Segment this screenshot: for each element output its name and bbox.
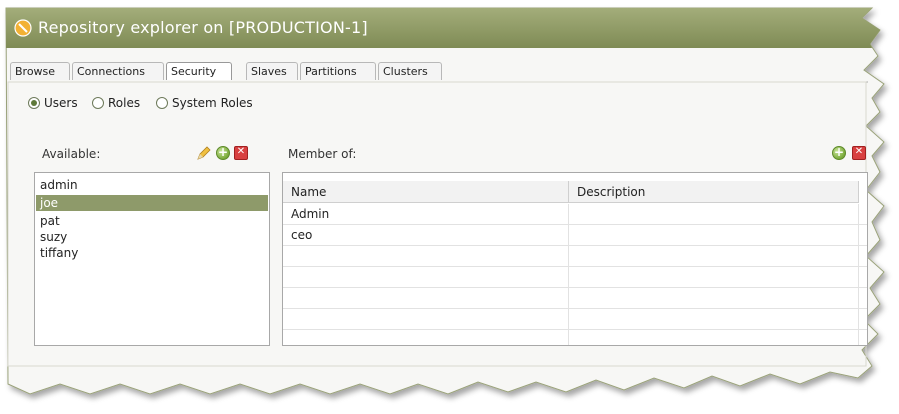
table-row[interactable] bbox=[283, 288, 867, 309]
radio-system-roles[interactable]: System Roles bbox=[156, 96, 253, 110]
cell-name: ceo bbox=[283, 225, 569, 245]
list-item[interactable]: pat bbox=[36, 213, 268, 229]
member-of-table: Name Description Admin ceo bbox=[282, 172, 868, 346]
cell-description bbox=[569, 225, 859, 245]
tab-browse[interactable]: Browse bbox=[10, 62, 70, 80]
window-title: Repository explorer on [PRODUCTION-1] bbox=[38, 18, 368, 37]
pencil-icon[interactable] bbox=[196, 145, 212, 161]
tab-slaves[interactable]: Slaves bbox=[246, 62, 298, 80]
tab-clusters[interactable]: Clusters bbox=[378, 62, 442, 80]
member-of-label: Member of: bbox=[288, 147, 357, 161]
table-row[interactable]: Admin bbox=[283, 204, 867, 225]
radio-label: Users bbox=[44, 96, 78, 110]
radio-users[interactable]: Users bbox=[28, 96, 78, 110]
radio-label: System Roles bbox=[172, 96, 253, 110]
add-user-icon[interactable] bbox=[216, 145, 230, 160]
table-row[interactable] bbox=[283, 309, 867, 330]
list-item-selected[interactable]: joe bbox=[36, 195, 268, 211]
list-item[interactable]: suzy bbox=[36, 229, 268, 245]
table-row[interactable]: ceo bbox=[283, 225, 867, 246]
cell-name bbox=[283, 288, 569, 308]
cell-name bbox=[283, 267, 569, 287]
cell-description bbox=[569, 288, 859, 308]
table-row[interactable] bbox=[283, 330, 867, 345]
repository-explorer-window: Repository explorer on [PRODUCTION-1] Br… bbox=[0, 0, 899, 414]
cell-name bbox=[283, 246, 569, 266]
cell-name bbox=[283, 330, 569, 345]
cell-name bbox=[283, 309, 569, 329]
list-item[interactable]: admin bbox=[36, 177, 268, 193]
add-membership-icon[interactable] bbox=[832, 145, 846, 160]
title-bar[interactable]: Repository explorer on [PRODUCTION-1] bbox=[8, 10, 878, 46]
available-label: Available: bbox=[42, 147, 101, 161]
radio-roles[interactable]: Roles bbox=[92, 96, 140, 110]
tab-partitions[interactable]: Partitions bbox=[300, 62, 376, 80]
tab-connections[interactable]: Connections bbox=[72, 62, 164, 80]
list-item[interactable]: tiffany bbox=[36, 245, 268, 261]
radio-dot[interactable] bbox=[156, 97, 168, 109]
radio-dot[interactable] bbox=[28, 97, 40, 109]
cell-description bbox=[569, 267, 859, 287]
cell-description bbox=[569, 330, 859, 345]
delete-user-icon[interactable] bbox=[234, 146, 248, 160]
tab-security[interactable]: Security bbox=[166, 62, 232, 80]
column-header-name[interactable]: Name bbox=[283, 181, 569, 203]
radio-label: Roles bbox=[108, 96, 141, 110]
table-row[interactable] bbox=[283, 267, 867, 288]
cell-description bbox=[569, 309, 859, 329]
radio-dot[interactable] bbox=[92, 97, 104, 109]
cell-description bbox=[569, 246, 859, 266]
column-header-description[interactable]: Description bbox=[569, 181, 859, 203]
table-row[interactable] bbox=[283, 246, 867, 267]
cell-description bbox=[569, 204, 859, 224]
cell-name: Admin bbox=[283, 204, 569, 224]
delete-membership-icon[interactable] bbox=[852, 146, 866, 160]
available-users-list[interactable]: admin joe pat suzy tiffany bbox=[34, 172, 270, 346]
app-icon bbox=[14, 19, 32, 37]
